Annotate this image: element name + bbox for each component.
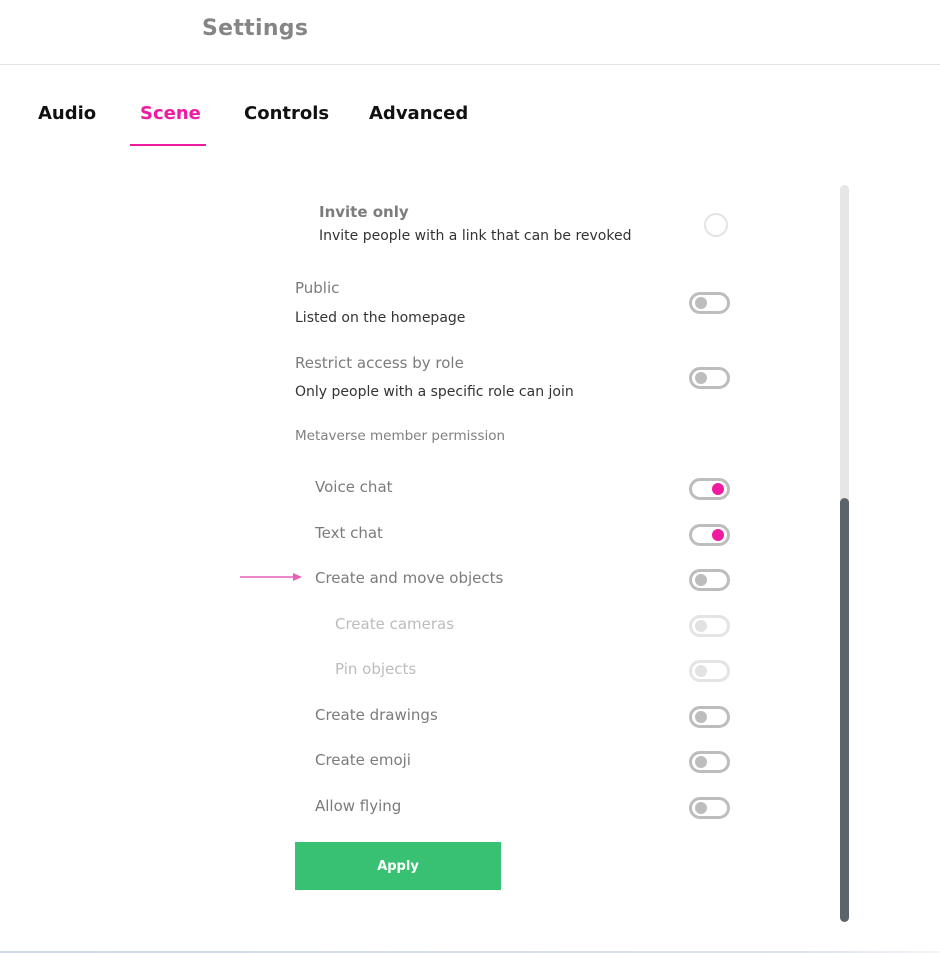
toggle-knob xyxy=(695,802,707,814)
toggle-knob xyxy=(695,711,707,723)
scrollbar-thumb[interactable] xyxy=(840,498,849,922)
create-emoji-label: Create emoji xyxy=(315,751,411,769)
create-cameras-label: Create cameras xyxy=(335,615,455,633)
invite-only-label: Invite only xyxy=(319,203,409,221)
tab-controls[interactable]: Controls xyxy=(244,103,329,124)
public-toggle[interactable] xyxy=(689,292,730,314)
member-permission-heading: Metaverse member permission xyxy=(295,428,506,444)
toggle-knob xyxy=(695,665,707,677)
create-move-objects-label: Create and move objects xyxy=(315,569,504,587)
toggle-knob xyxy=(695,297,707,309)
allow-flying-label: Allow flying xyxy=(315,797,402,815)
scene-settings-panel: Invite only Invite people with a link th… xyxy=(0,170,860,930)
pin-objects-label: Pin objects xyxy=(335,660,417,678)
tab-bar: Audio Scene Controls Advanced xyxy=(0,95,600,147)
toggle-knob xyxy=(712,483,724,495)
toggle-knob xyxy=(695,620,707,632)
restrict-role-description: Only people with a specific role can joi… xyxy=(295,384,574,400)
create-cameras-toggle[interactable] xyxy=(689,615,730,637)
create-drawings-toggle[interactable] xyxy=(689,706,730,728)
voice-chat-toggle[interactable] xyxy=(689,478,730,500)
tab-audio[interactable]: Audio xyxy=(38,103,96,124)
scrollbar-track[interactable] xyxy=(840,185,849,922)
restrict-role-label: Restrict access by role xyxy=(295,354,464,372)
create-emoji-toggle[interactable] xyxy=(689,751,730,773)
voice-chat-label: Voice chat xyxy=(315,478,393,496)
invite-only-description: Invite people with a link that can be re… xyxy=(319,228,632,244)
text-chat-toggle[interactable] xyxy=(689,524,730,546)
pointer-arrow-icon xyxy=(240,573,302,581)
tab-advanced[interactable]: Advanced xyxy=(369,103,468,124)
toggle-knob xyxy=(695,372,707,384)
allow-flying-toggle[interactable] xyxy=(689,797,730,819)
active-tab-indicator xyxy=(130,144,206,146)
public-label: Public xyxy=(295,279,340,297)
public-description: Listed on the homepage xyxy=(295,310,466,326)
invite-only-radio[interactable] xyxy=(704,213,728,237)
create-drawings-label: Create drawings xyxy=(315,706,438,724)
settings-page: Settings Audio Scene Controls Advanced I… xyxy=(0,0,940,953)
toggle-knob xyxy=(695,574,707,586)
pin-objects-toggle[interactable] xyxy=(689,660,730,682)
page-title: Settings xyxy=(202,16,309,41)
header: Settings xyxy=(0,0,940,65)
toggle-knob xyxy=(712,529,724,541)
tab-scene[interactable]: Scene xyxy=(140,103,201,124)
text-chat-label: Text chat xyxy=(315,524,383,542)
apply-button[interactable]: Apply xyxy=(295,842,501,890)
toggle-knob xyxy=(695,756,707,768)
create-move-objects-toggle[interactable] xyxy=(689,569,730,591)
restrict-role-toggle[interactable] xyxy=(689,367,730,389)
